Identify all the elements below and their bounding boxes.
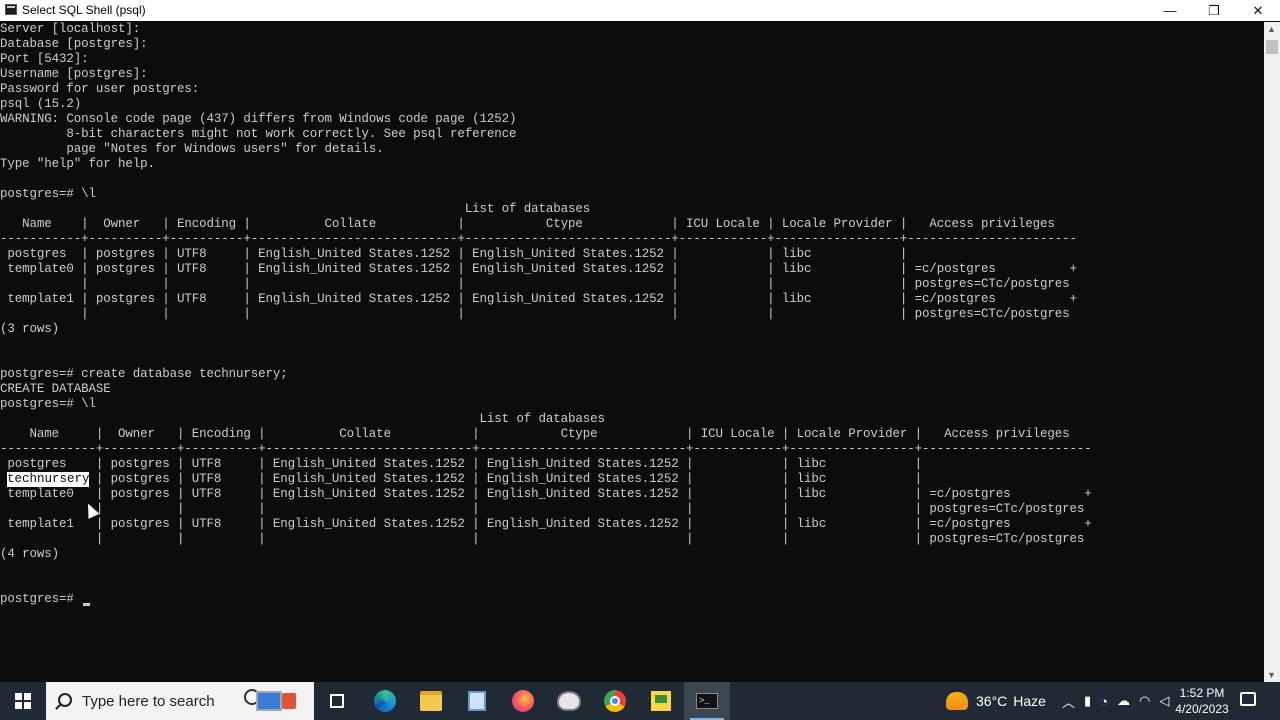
sticky-notes-icon — [651, 691, 671, 711]
search-highlight-icon — [244, 687, 308, 715]
title-bar: Select SQL Shell (psql) — ❐ ✕ — [0, 0, 1280, 21]
vertical-scrollbar[interactable]: ▲ ▼ — [1264, 22, 1280, 682]
chrome-taskbar-button[interactable] — [592, 682, 638, 720]
text-cursor — [83, 603, 90, 606]
clock-time: 1:52 PM — [1179, 686, 1225, 700]
console-text: Server [localhost]: Database [postgres]:… — [0, 22, 1092, 606]
edge-icon — [374, 690, 396, 712]
pgadmin-icon — [557, 691, 581, 711]
selected-text: technursery — [7, 472, 90, 486]
file-explorer-icon — [420, 691, 442, 711]
notifications-icon[interactable] — [1240, 692, 1256, 706]
weather-icon — [946, 692, 968, 710]
clock-date: 4/20/2023 — [1175, 702, 1229, 716]
file-explorer-taskbar-button[interactable] — [408, 682, 454, 720]
scroll-thumb[interactable] — [1266, 40, 1278, 54]
network-icon[interactable]: ◔ — [1100, 694, 1108, 709]
pgadmin-taskbar-button[interactable] — [546, 682, 592, 720]
search-placeholder: Type here to search — [82, 693, 215, 710]
maximize-button[interactable]: ❐ — [1192, 0, 1236, 21]
edge-taskbar-button[interactable] — [362, 682, 408, 720]
task-view-icon — [330, 694, 344, 708]
task-view-taskbar-button[interactable] — [314, 682, 360, 720]
windows-logo-icon — [15, 693, 31, 709]
onedrive-icon[interactable]: ☁ — [1117, 693, 1130, 709]
window-title: Select SQL Shell (psql) — [22, 3, 146, 17]
taskbar-search-box[interactable]: Type here to search — [46, 682, 314, 720]
weather-temp: 36°C — [976, 693, 1008, 709]
sql-shell-taskbar-button[interactable]: >_ — [684, 682, 730, 720]
app-window-taskbar-button[interactable] — [454, 682, 500, 720]
sql-shell-icon: >_ — [696, 693, 718, 709]
scroll-down-icon[interactable]: ▼ — [1267, 670, 1276, 680]
scroll-up-icon[interactable]: ▲ — [1267, 24, 1276, 34]
start-button[interactable] — [0, 682, 46, 720]
sticky-notes-taskbar-button[interactable] — [638, 682, 684, 720]
close-button[interactable]: ✕ — [1236, 0, 1280, 21]
console-output[interactable]: Server [localhost]: Database [postgres]:… — [0, 22, 1264, 682]
weather-widget[interactable]: 36°C Haze — [946, 682, 1046, 720]
search-icon — [58, 693, 72, 707]
firefox-taskbar-button[interactable] — [500, 682, 546, 720]
chrome-icon — [604, 690, 626, 712]
firefox-icon — [512, 690, 534, 712]
chevron-up-icon[interactable]: ︿ — [1062, 692, 1075, 711]
volume-icon[interactable]: ◁ — [1159, 693, 1169, 709]
taskbar: Type here to search >_ 36°C Haze ︿ ▮ ◔ ☁… — [0, 682, 1280, 720]
app-window-icon — [468, 691, 486, 711]
weather-desc: Haze — [1013, 693, 1046, 709]
taskbar-clock[interactable]: 1:52 PM 4/20/2023 — [1170, 685, 1234, 717]
microphone-icon[interactable]: ▮ — [1084, 693, 1091, 709]
wifi-icon[interactable]: ◠ — [1139, 693, 1150, 709]
system-tray: ︿ ▮ ◔ ☁ ◠ ◁ — [1062, 682, 1169, 720]
minimize-button[interactable]: — — [1148, 0, 1192, 21]
terminal-icon — [5, 4, 17, 15]
